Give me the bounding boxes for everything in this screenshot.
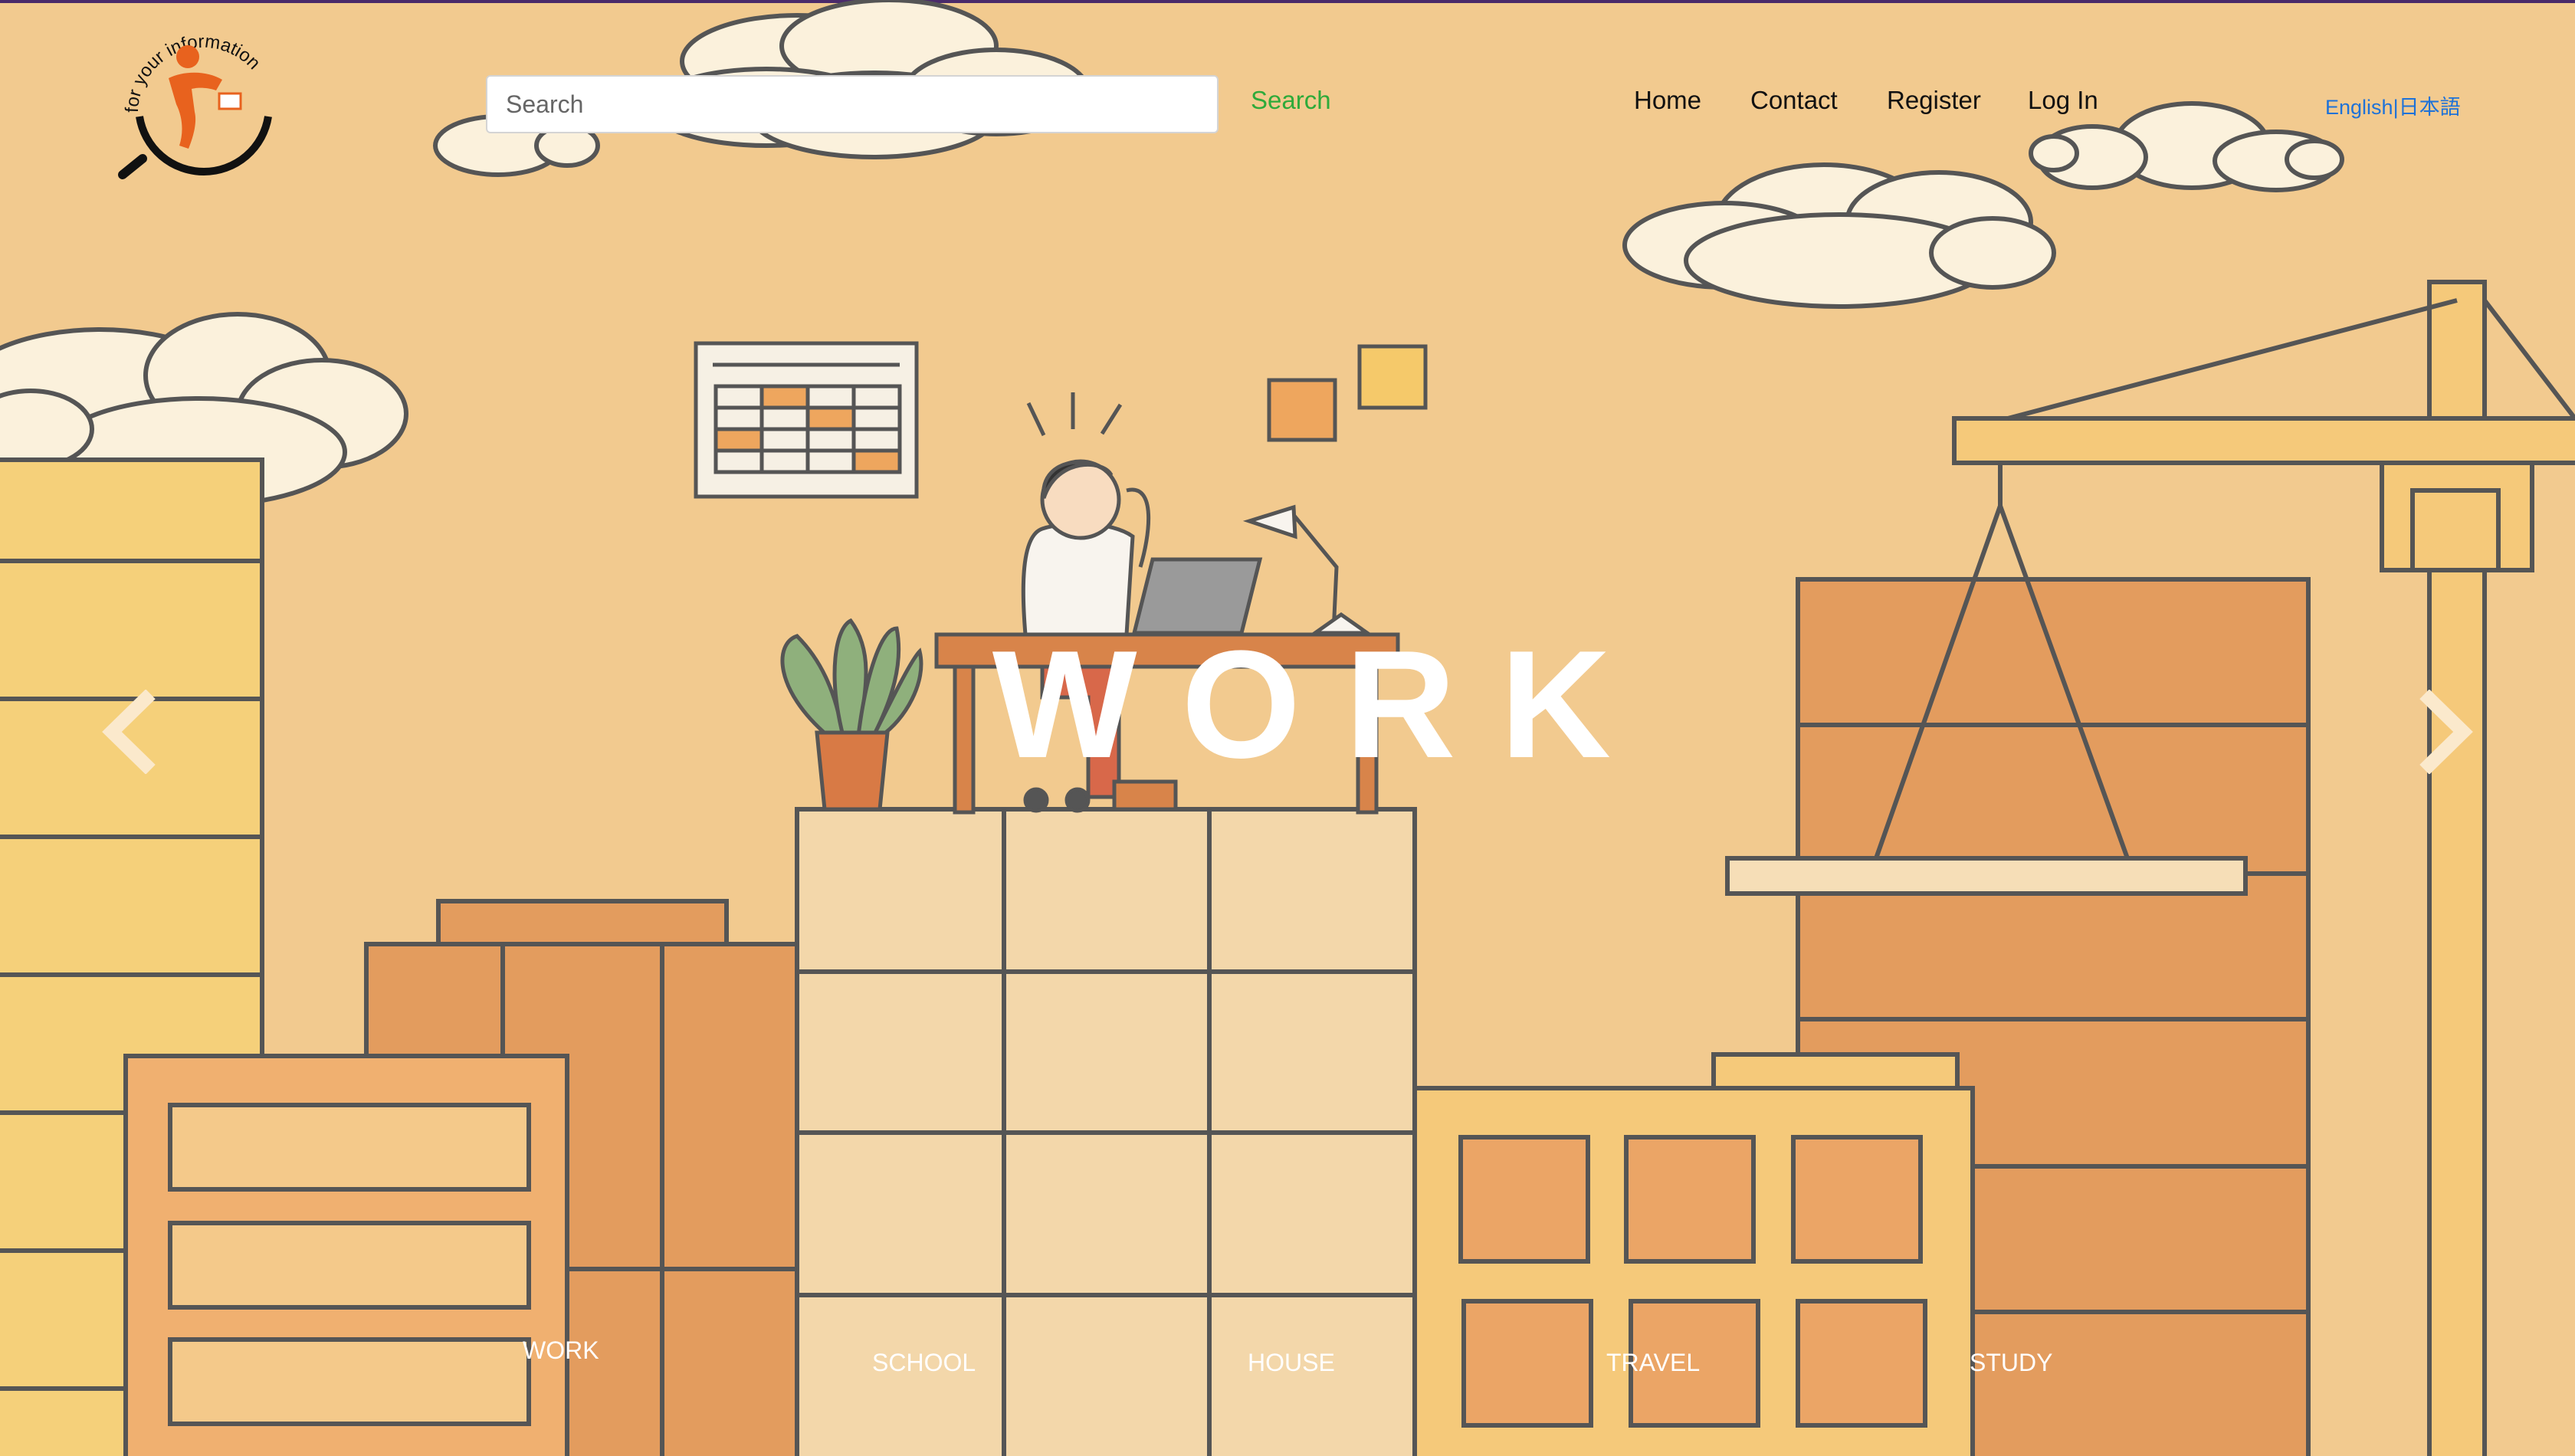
search-button[interactable]: Search xyxy=(1251,86,1331,115)
briefcase-icon xyxy=(218,92,242,110)
cloud xyxy=(1622,162,2056,309)
site-logo[interactable]: for your information xyxy=(115,17,291,193)
nav-register[interactable]: Register xyxy=(1887,86,1981,115)
language-japanese[interactable]: 日本語 xyxy=(2399,96,2461,119)
search-bar xyxy=(486,75,1219,133)
carousel-indicator-house[interactable]: HOUSE xyxy=(1248,1349,1335,1377)
language-english[interactable]: English xyxy=(2325,96,2393,119)
nav-home[interactable]: Home xyxy=(1634,86,1701,115)
carousel-indicator-school[interactable]: SCHOOL xyxy=(872,1349,976,1377)
logo-figure-body xyxy=(169,72,222,149)
carousel-indicator-work[interactable]: WORK xyxy=(523,1336,599,1365)
language-switcher: English|日本語 xyxy=(2325,90,2461,120)
magnifier-ring xyxy=(136,116,272,175)
carousel-indicator-study[interactable]: STUDY xyxy=(1970,1349,2052,1377)
chevron-right-icon[interactable] xyxy=(2414,690,2475,774)
search-input[interactable] xyxy=(486,75,1219,133)
language-separator: | xyxy=(2393,96,2399,119)
nav-contact[interactable]: Contact xyxy=(1750,86,1838,115)
chevron-left-icon[interactable] xyxy=(100,690,161,774)
carousel-slide-title: WORK xyxy=(992,619,1655,790)
cloud xyxy=(2029,101,2344,192)
carousel-indicator-travel[interactable]: TRAVEL xyxy=(1606,1349,1700,1377)
nav-log-in[interactable]: Log In xyxy=(2028,86,2098,115)
magnifier-handle xyxy=(118,154,147,179)
logo-figure-head xyxy=(176,45,199,68)
